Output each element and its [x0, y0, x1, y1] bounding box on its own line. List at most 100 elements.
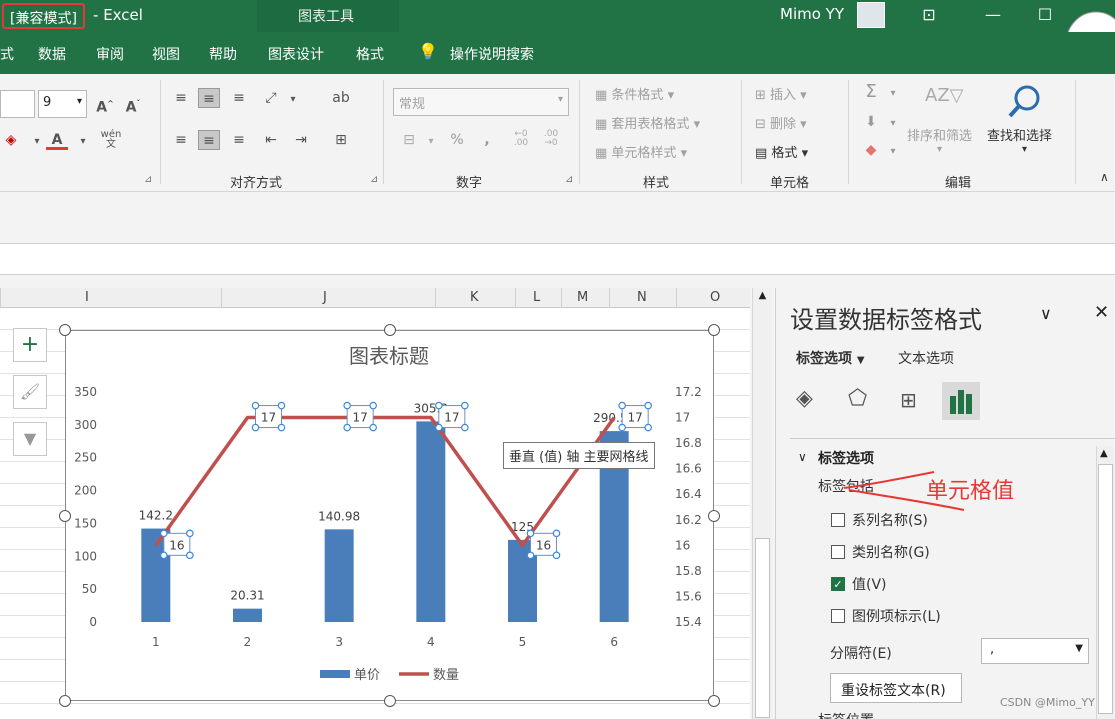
effects-pentagon-icon[interactable]: ⬠ — [848, 386, 867, 411]
decrease-indent-icon[interactable]: ⇤ — [260, 130, 282, 150]
dialog-launcher-icon[interactable]: ⊿ — [370, 174, 378, 185]
chart-elements-button[interactable]: + — [13, 328, 47, 362]
align-left-icon[interactable]: ≡ — [170, 130, 192, 150]
tab-text-options[interactable]: 文本选项 — [898, 348, 954, 368]
size-properties-icon[interactable]: ⊞ — [900, 388, 917, 412]
tab-format[interactable]: 格式 — [356, 44, 384, 64]
series-name-checkbox[interactable] — [831, 513, 845, 527]
comma-icon[interactable]: , — [476, 130, 498, 150]
value-checkbox[interactable]: ✓ — [831, 577, 845, 591]
chevron-down-icon[interactable]: ∨ — [798, 450, 807, 464]
percent-icon[interactable]: % — [446, 130, 468, 150]
legend-key-checkbox[interactable] — [831, 609, 845, 623]
tell-me-search[interactable]: 操作说明搜索 — [450, 44, 534, 64]
decrease-font-icon[interactable]: Aˇ — [122, 94, 144, 116]
resize-handle[interactable] — [384, 324, 396, 336]
tab-data[interactable]: 数据 — [38, 44, 66, 64]
scroll-thumb[interactable] — [755, 538, 770, 718]
resize-handle[interactable] — [708, 510, 720, 522]
user-name[interactable]: Mimo YY — [780, 5, 844, 23]
resize-handle[interactable] — [59, 510, 71, 522]
sort-filter-label[interactable]: 排序和筛选 — [907, 125, 972, 144]
dialog-launcher-icon[interactable]: ⊿ — [565, 174, 573, 185]
column-header-k[interactable]: K — [470, 290, 479, 305]
align-bottom-icon[interactable]: ≡ — [228, 88, 250, 108]
align-top-icon[interactable]: ≡ — [170, 88, 192, 108]
category-name-checkbox[interactable] — [831, 545, 845, 559]
column-header-l[interactable]: L — [533, 290, 540, 305]
font-size-box[interactable]: 9 ▾ — [38, 90, 87, 118]
font-name-box[interactable] — [0, 90, 35, 118]
tab-chart-design[interactable]: 图表设计 — [268, 44, 324, 64]
wrap-text-icon[interactable]: ab — [330, 88, 352, 108]
chevron-down-icon[interactable]: ▾ — [882, 84, 904, 104]
insert-button[interactable]: ⊞ 插入 ▾ — [755, 84, 807, 103]
clear-icon[interactable]: ◆ — [860, 140, 882, 160]
format-button[interactable]: ▤ 格式 ▾ — [755, 142, 808, 161]
ribbon-display-icon[interactable]: ⊡ — [918, 4, 940, 26]
close-icon[interactable]: ✕ — [1094, 302, 1109, 323]
chevron-down-icon[interactable]: ▾ — [882, 142, 904, 162]
format-as-table-button[interactable]: ▦ 套用表格格式 ▾ — [595, 113, 700, 132]
pane-scrollbar[interactable]: ▲ — [1096, 446, 1114, 719]
chevron-down-icon[interactable]: ▾ — [1022, 144, 1027, 155]
formula-bar[interactable] — [0, 243, 1115, 275]
column-header-i[interactable]: I — [85, 290, 89, 305]
vertical-scrollbar[interactable]: ▲ — [752, 288, 772, 719]
chart-styles-button[interactable]: 🖌 — [13, 375, 47, 409]
chevron-down-icon[interactable]: ▾ — [937, 144, 942, 155]
chevron-down-icon[interactable]: ▾ — [420, 132, 442, 152]
phonetic-icon[interactable]: wén 文 — [100, 130, 122, 150]
font-color-icon[interactable]: A — [46, 130, 68, 150]
label-options-tab-active[interactable] — [942, 382, 980, 420]
chevron-down-icon[interactable]: ▾ — [26, 132, 48, 152]
accounting-icon[interactable]: ⊟ — [398, 130, 420, 150]
chevron-down-icon[interactable]: ∨ — [1040, 304, 1052, 323]
minimize-icon[interactable]: — — [982, 4, 1004, 26]
resize-handle[interactable] — [59, 324, 71, 336]
tab-formulas[interactable]: 式 — [0, 44, 14, 64]
decrease-decimal-icon[interactable]: .00 →0 — [540, 130, 562, 150]
dialog-launcher-icon[interactable]: ⊿ — [144, 174, 152, 185]
fill-down-icon[interactable]: ⬇ — [860, 112, 882, 132]
maximize-icon[interactable]: ☐ — [1034, 4, 1056, 26]
scroll-up-icon[interactable]: ▲ — [755, 290, 770, 306]
fill-line-icon[interactable]: ◈ — [796, 386, 813, 411]
tab-label-options[interactable]: 标签选项 ▼ — [796, 348, 865, 368]
resize-handle[interactable] — [384, 695, 396, 707]
tab-view[interactable]: 视图 — [152, 44, 180, 64]
resize-handle[interactable] — [59, 695, 71, 707]
combo-chart[interactable]: 图表标题05010015020025030035015.415.615.8161… — [65, 330, 714, 701]
column-header-m[interactable]: M — [577, 290, 588, 305]
column-header-n[interactable]: N — [637, 290, 647, 305]
align-center-icon[interactable]: ≡ — [198, 130, 220, 150]
sort-filter-icon[interactable]: AZ▽ — [925, 86, 964, 106]
cell-styles-button[interactable]: ▦ 单元格样式 ▾ — [595, 142, 687, 161]
scroll-thumb[interactable] — [1098, 464, 1113, 714]
tab-review[interactable]: 审阅 — [96, 44, 124, 64]
conditional-format-button[interactable]: ▦ 条件格式 ▾ — [595, 84, 674, 103]
find-select-label[interactable]: 查找和选择 — [987, 125, 1052, 144]
autosum-icon[interactable]: Σ — [860, 82, 882, 102]
avatar[interactable] — [857, 2, 885, 28]
delete-button[interactable]: ⊟ 删除 ▾ — [755, 113, 807, 132]
orientation-icon[interactable]: ⤢ — [260, 88, 282, 108]
collapse-ribbon-icon[interactable]: ∧ — [1100, 170, 1109, 184]
tab-help[interactable]: 帮助 — [209, 44, 237, 64]
increase-indent-icon[interactable]: ⇥ — [290, 130, 312, 150]
column-header-o[interactable]: O — [710, 290, 720, 305]
fill-color-icon[interactable]: ◈ — [0, 130, 22, 150]
increase-font-icon[interactable]: A^ — [94, 94, 116, 116]
align-right-icon[interactable]: ≡ — [228, 130, 250, 150]
resize-handle[interactable] — [708, 695, 720, 707]
chart-filters-button[interactable]: ▼ — [13, 422, 47, 456]
search-icon[interactable] — [1005, 82, 1045, 122]
chevron-down-icon[interactable]: ▾ — [282, 90, 304, 110]
resize-handle[interactable] — [708, 324, 720, 336]
separator-select[interactable]: , ▼ — [981, 638, 1089, 664]
increase-decimal-icon[interactable]: ←0.00 — [510, 130, 532, 150]
scroll-up-icon[interactable]: ▲ — [1100, 448, 1108, 459]
reset-label-text-button[interactable]: 重设标签文本(R) — [830, 673, 962, 703]
chevron-down-icon[interactable]: ▾ — [882, 114, 904, 134]
chevron-down-icon[interactable]: ▾ — [72, 132, 94, 152]
